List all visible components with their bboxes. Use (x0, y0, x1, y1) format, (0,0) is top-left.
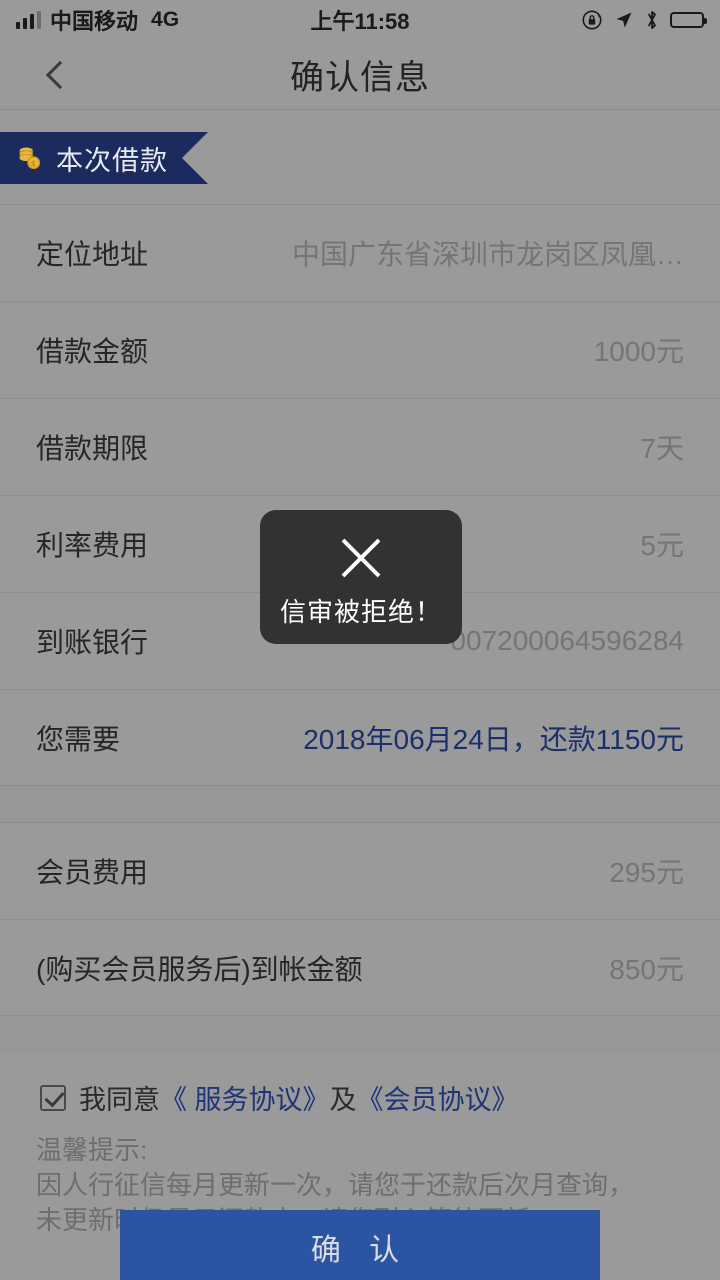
row-value: 2018年06月24日，还款1150元 (303, 723, 684, 755)
section-ribbon-label: 本次借款 (56, 145, 168, 176)
row-value: 007200064596284 (450, 625, 684, 656)
row-value: 1000元 (593, 336, 684, 367)
network-type-label: 4G (151, 8, 180, 31)
app-screen: 中国移动 4G 上午11:58 确认信息 $ 本次借款 定位地址 中国广东省深圳… (0, 0, 720, 1280)
section-header: $ 本次借款 (0, 110, 720, 184)
row-label: 借款期限 (36, 433, 149, 464)
table-row: 借款期限 7天 (0, 398, 720, 495)
row-label: 利率费用 (36, 530, 149, 561)
membership-detail-list: 会员费用 295元 (购买会员服务后)到帐金额 850元 (0, 822, 720, 1016)
agreement-conjunction: 及 (329, 1085, 357, 1115)
agreement-row[interactable]: 我同意 《 服务协议》 及 《会员协议》 (0, 1052, 720, 1121)
list-gap-divider (0, 786, 720, 822)
row-label: 借款金额 (36, 336, 149, 367)
row-label: 定位地址 (36, 239, 149, 270)
table-row: 借款金额 1000元 (0, 301, 720, 398)
table-row: 您需要 2018年06月24日，还款1150元 (0, 689, 720, 786)
row-value: 7天 (640, 433, 684, 464)
table-row: (购买会员服务后)到帐金额 850元 (0, 919, 720, 1016)
status-bar: 中国移动 4G 上午11:58 (0, 0, 720, 40)
status-bar-left: 中国移动 4G (16, 4, 179, 36)
close-x-icon (341, 538, 381, 577)
toast-dialog: 信审被拒绝！ (260, 510, 462, 644)
location-arrow-icon (616, 12, 632, 28)
back-button[interactable] (28, 40, 92, 109)
coins-icon: $ (14, 143, 44, 173)
signal-icon (16, 11, 41, 29)
row-value: 5元 (640, 530, 684, 561)
toast-message: 信审被拒绝！ (279, 596, 442, 627)
status-bar-right (581, 9, 707, 31)
row-value: 850元 (609, 953, 684, 985)
row-label: (购买会员服务后)到帐金额 (36, 953, 363, 985)
rotation-lock-icon (582, 10, 602, 30)
bottom-bar: 确 认 (0, 1210, 720, 1280)
battery-icon (670, 12, 707, 28)
agreement-prefix: 我同意 (79, 1085, 160, 1115)
row-value: 295元 (609, 857, 684, 888)
row-label: 到账银行 (36, 627, 149, 658)
loan-detail-list: 定位地址 中国广东省深圳市龙岗区凤凰… 借款金额 1000元借款期限 7天利率费用 5元到… (0, 204, 720, 786)
carrier-label: 中国移动 (50, 9, 139, 34)
section-ribbon: $ 本次借款 (0, 132, 208, 184)
nav-bar: 确认信息 (0, 40, 720, 110)
tips-line-1: 因人行征信每月更新一次，请您于还款后次月查询， (36, 1170, 635, 1200)
tips-title: 温馨提示: (36, 1135, 148, 1165)
bluetooth-icon (648, 11, 656, 29)
table-row: 会员费用 295元 (0, 822, 720, 919)
svg-text:$: $ (31, 159, 36, 168)
chevron-left-icon (45, 60, 75, 89)
list-gap-divider-2 (0, 1016, 720, 1052)
table-row: 定位地址 中国广东省深圳市龙岗区凤凰… (0, 204, 720, 301)
row-value: 中国广东省深圳市龙岗区凤凰… (291, 239, 684, 270)
agreement-checkbox[interactable] (40, 1084, 66, 1111)
service-agreement-link[interactable]: 《 服务协议》 (160, 1078, 330, 1117)
row-label: 会员费用 (36, 857, 149, 888)
confirm-button[interactable]: 确 认 (120, 1210, 600, 1280)
member-agreement-link[interactable]: 《会员协议》 (357, 1078, 519, 1117)
row-label: 您需要 (36, 723, 121, 755)
page-title: 确认信息 (290, 59, 430, 97)
